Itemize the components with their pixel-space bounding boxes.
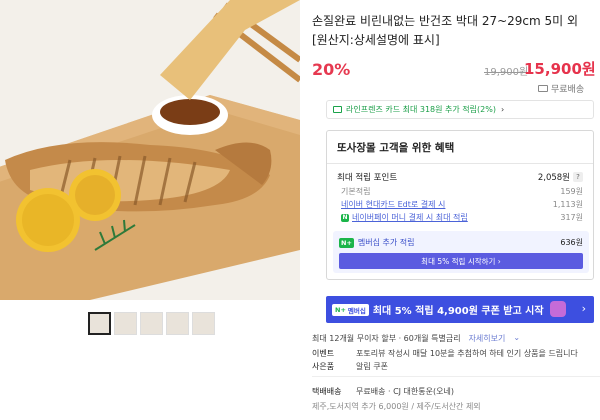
points-row-link[interactable]: 네이버페이 머니 결제 시 최대 적립 [352,212,468,223]
installment-text: 최대 12개월 무이자 할부 · 60개월 특별금리 [312,334,461,343]
thumbnail-5[interactable] [192,312,215,335]
event-text: 포토리뷰 작성시 매달 10분을 추첨하여 하테 인기 상품을 드립니다 [356,349,578,358]
thumbnail-4[interactable] [166,312,189,335]
divider [312,376,600,377]
points-row-card: 네이버 현대카드 Edt로 결제 시 1,113원 [337,199,583,210]
membership-start-button[interactable]: 최대 5% 적립 시작하기 › [339,253,583,269]
points-row-value: 1,113원 [552,200,583,209]
gift-row: 사은품 알림 쿠폰 [312,361,388,372]
membership-label: 멤버십 추가 적립 [357,238,415,247]
discount-rate: 20% [312,60,351,79]
benefit-box: 또사장몰 고객을 위한 혜택 최대 적립 포인트 2,058원 ? 기본적립 1… [326,130,594,280]
card-icon [333,106,342,113]
points-row-basic: 기본적립 159원 [337,186,583,197]
delivery-text: 무료배송 · CJ 대한통운(오네) [356,387,454,396]
card-promo-text: 라인프렌즈 카드 최대 318원 추가 적립(2%) [346,105,496,114]
membership-box: N+ 멤버십 추가 적립 636원 최대 5% 적립 시작하기 › [333,231,589,273]
membership-text: 멤버십 [347,306,366,315]
thumbnail-3[interactable] [140,312,163,335]
naverpay-icon: N [341,213,349,222]
shipping-label: 무료배송 [551,85,585,95]
points-row-value: 317원 [560,213,583,222]
nplus-badge: N+ [339,237,354,248]
membership-coupon-banner[interactable]: N+ 멤버십 최대 5% 적립 4,900원 쿠폰 받고 시작 › [326,296,594,323]
thumbnail-strip [88,312,215,335]
original-price: 19,900원 [484,67,529,78]
nplus-text: N+ [335,305,346,314]
divider [327,163,593,164]
shipping-info: 무료배송 [538,82,584,95]
truck-icon [538,85,548,92]
benefit-title: 또사장몰 고객을 위한 혜택 [337,142,455,154]
membership-value: 636원 [560,238,583,247]
sale-price: 15,900원 [524,60,596,78]
gift-label: 사은품 [312,362,335,371]
points-row-label: 기본적립 [341,187,371,196]
max-points-label: 최대 적립 포인트 [337,173,398,183]
points-row-link[interactable]: 네이버 현대카드 Edt로 결제 시 [341,199,445,210]
product-info-panel: 손질완료 비린내없는 반건조 박대 27~29cm 5미 외 [원산지:상세설명… [312,0,600,420]
help-icon[interactable]: ? [573,172,583,182]
points-row-npay: N 네이버페이 머니 결제 시 최대 적립 317원 [337,212,583,223]
product-title: 손질완료 비린내없는 반건조 박대 27~29cm 5미 외 [원산지:상세설명… [312,14,579,47]
banner-text: 최대 5% 적립 4,900원 쿠폰 받고 시작 [372,306,544,317]
chevron-right-icon: › [500,105,505,114]
points-row-value: 159원 [560,187,583,196]
installment-row: 최대 12개월 무이자 할부 · 60개월 특별금리 자세히보기 ⌄ [312,333,520,344]
chevron-right-icon: › [581,302,586,315]
chevron-down-icon[interactable]: ⌄ [513,333,520,344]
delivery-extra-text: 제주,도서지역 추가 6,000원 / 제주/도서산간 제외 [312,402,481,411]
event-row: 이벤트 포토리뷰 작성시 매달 10분을 추첨하여 하테 인기 상품을 드립니다 [312,348,578,359]
gift-text: 알림 쿠폰 [356,362,388,371]
delivery-row: 택배배송 무료배송 · CJ 대한통운(오네) [312,386,454,397]
event-label: 이벤트 [312,349,335,358]
product-main-image [0,0,300,300]
delivery-extra-row: 제주,도서지역 추가 6,000원 / 제주/도서산간 제외 [312,401,481,412]
card-promo-banner[interactable]: 라인프렌즈 카드 최대 318원 추가 적립(2%) › [326,100,594,119]
thumbnail-1[interactable] [88,312,111,335]
gift-icon [550,301,566,317]
nplus-membership-badge: N+ 멤버십 [332,303,369,316]
thumbnail-2[interactable] [114,312,137,335]
delivery-label: 택배배송 [312,387,342,396]
max-points-row: 최대 적립 포인트 2,058원 ? [337,171,583,183]
details-link[interactable]: 자세히보기 [469,333,506,344]
max-points-value: 2,058원 [537,173,570,183]
